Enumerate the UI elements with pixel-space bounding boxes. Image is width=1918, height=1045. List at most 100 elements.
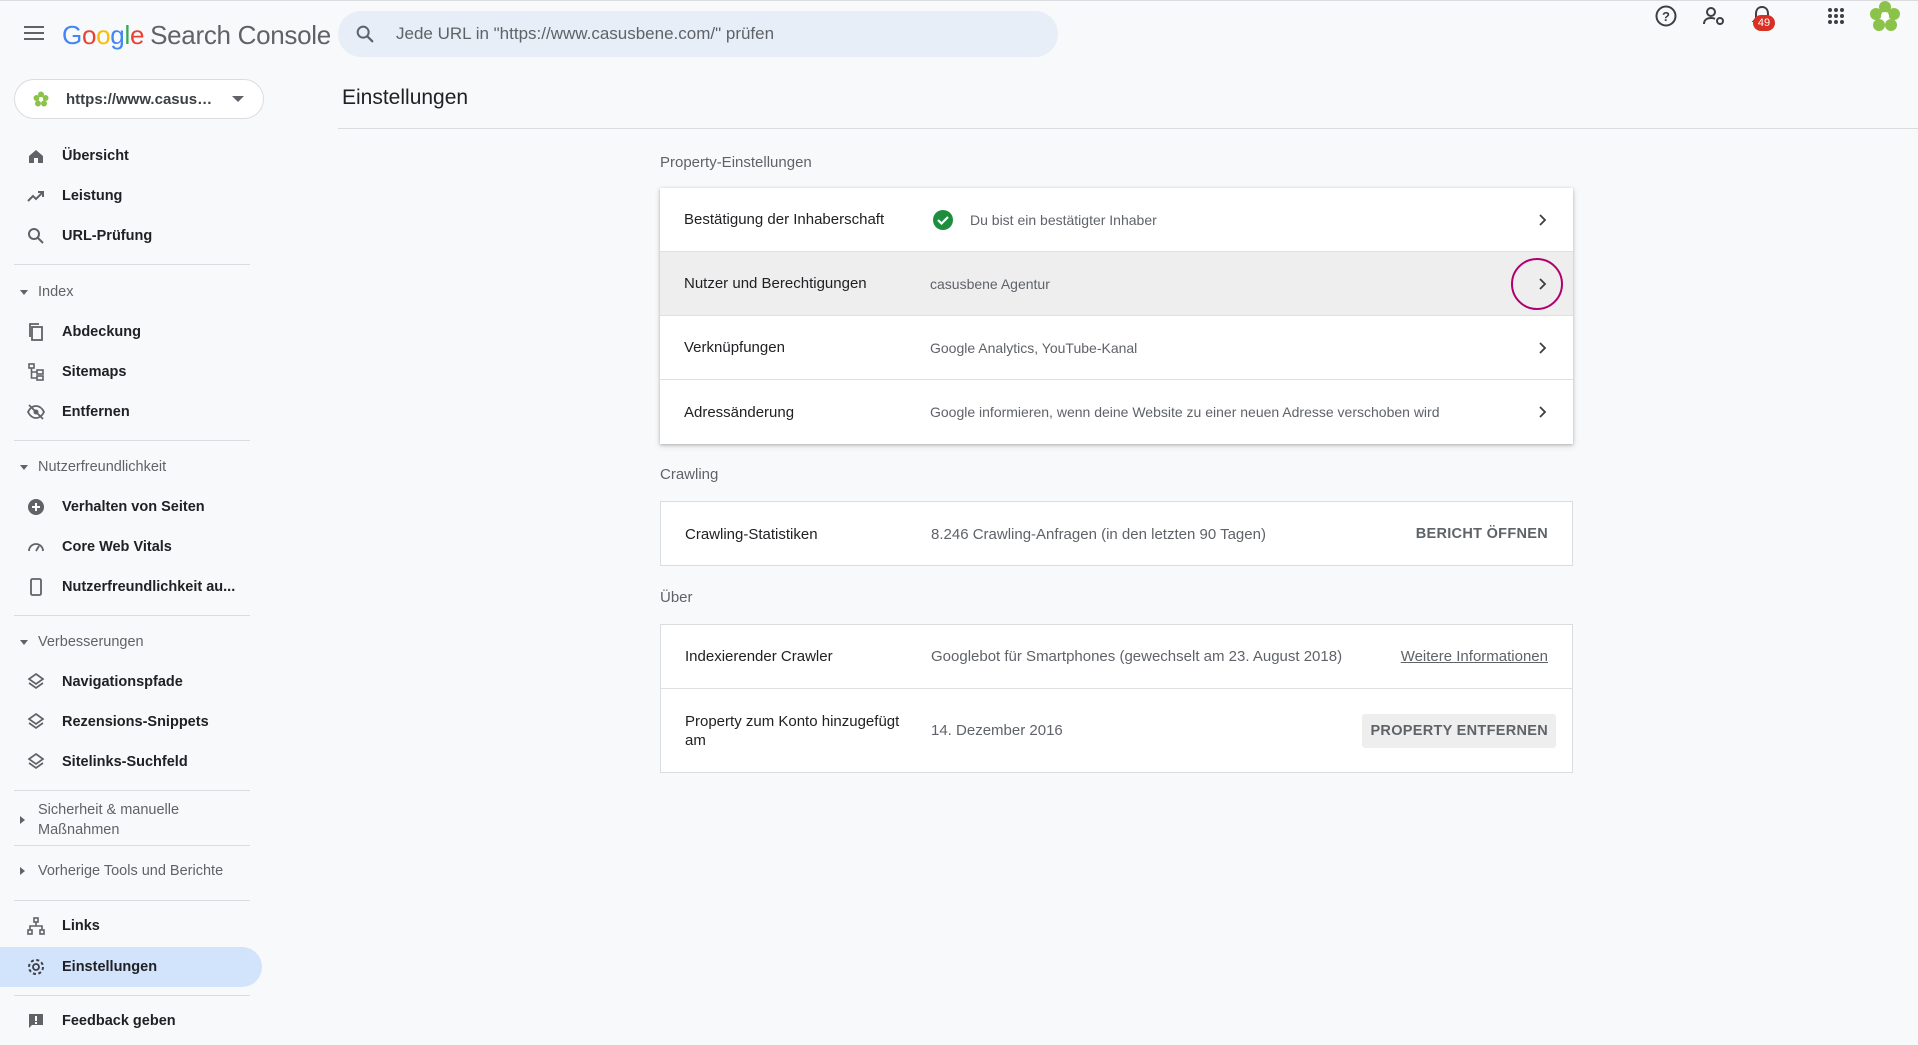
remove-property-button[interactable]: PROPERTY ENTFERNEN xyxy=(1362,713,1556,748)
row-ownership-verification[interactable]: Bestätigung der Inhaberschaft Du bist ei… xyxy=(660,188,1573,252)
feedback-icon xyxy=(29,1014,43,1028)
row-value: Google informieren, wenn deine Website z… xyxy=(930,404,1440,420)
menu-line xyxy=(24,32,44,34)
nav-item-label: Übersicht xyxy=(62,148,129,164)
property-favicon-icon xyxy=(33,91,49,107)
nav-item-links[interactable]: Links xyxy=(0,906,262,946)
nav-group-usability[interactable]: Nutzerfreundlichkeit xyxy=(0,457,262,477)
speed-icon xyxy=(28,543,44,552)
home-icon xyxy=(29,150,43,163)
row-label: Crawling-Statistiken xyxy=(685,525,818,543)
nav-item-label: Verhalten von Seiten xyxy=(62,499,205,515)
help-icon[interactable]: ? xyxy=(1651,1,1681,31)
row-property-added: Property zum Konto hinzugefügt am 14. De… xyxy=(661,689,1572,772)
svg-text:?: ? xyxy=(1662,9,1670,24)
nav-group-enhancements[interactable]: Verbesserungen xyxy=(0,632,262,652)
account-tree-icon xyxy=(27,917,45,935)
menu-line xyxy=(24,26,44,28)
logo-letter: o xyxy=(96,20,111,50)
nav-item-sitemaps[interactable]: Sitemaps xyxy=(0,352,262,392)
nav-item-label: Navigationspfade xyxy=(62,674,183,690)
learn-more-link[interactable]: Weitere Informationen xyxy=(1401,648,1548,665)
chevron-right-icon xyxy=(1539,341,1547,354)
nav-item-performance[interactable]: Leistung xyxy=(0,176,262,216)
nav-group-label: Nutzerfreundlichkeit xyxy=(38,459,167,475)
nav-divider xyxy=(14,264,250,265)
nav-group-security[interactable]: Sicherheit & manuelle Maßnahmen xyxy=(0,796,262,844)
search-icon xyxy=(28,228,44,244)
menu-line xyxy=(24,38,44,40)
nav-item-label: Leistung xyxy=(62,188,123,204)
nav-item-overview[interactable]: Übersicht xyxy=(0,136,262,176)
nav-item-label: Links xyxy=(62,918,100,934)
nav-item-settings[interactable]: Einstellungen xyxy=(0,947,262,987)
nav-item-label: Sitemaps xyxy=(62,364,127,380)
nav-group-label: Verbesserungen xyxy=(38,634,144,650)
open-report-button[interactable]: BERICHT ÖFFNEN xyxy=(1416,526,1548,542)
nav-item-coverage[interactable]: Abdeckung xyxy=(0,312,262,352)
nav-item-label: Einstellungen xyxy=(62,959,158,975)
nav-item-page-experience[interactable]: Verhalten von Seiten xyxy=(0,487,262,527)
chevron-down-icon xyxy=(232,96,244,102)
nav-group-legacy-tools[interactable]: Vorherige Tools und Berichte xyxy=(0,861,262,881)
nav-item-breadcrumbs[interactable]: Navigationspfade xyxy=(0,662,262,702)
property-url: https://www.casusbene.com/ xyxy=(66,90,216,108)
about-card: Indexierender Crawler Googlebot für Smar… xyxy=(660,624,1573,773)
manage-accounts-icon[interactable] xyxy=(1699,1,1729,31)
nav-divider xyxy=(14,615,250,616)
url-inspection-input[interactable] xyxy=(396,24,1016,44)
crawling-card: Crawling-Statistiken 8.246 Crawling-Anfr… xyxy=(660,501,1573,566)
nav-item-removals[interactable]: Entfernen xyxy=(0,392,262,432)
trending-up-icon xyxy=(27,191,44,202)
row-label: Indexierender Crawler xyxy=(685,648,833,665)
row-crawl-stats: Crawling-Statistiken 8.246 Crawling-Anfr… xyxy=(661,502,1572,566)
nav-group-label: Vorherige Tools und Berichte xyxy=(38,863,224,879)
chevron-right-icon xyxy=(1539,406,1547,418)
row-change-of-address[interactable]: Adressänderung Google informieren, wenn … xyxy=(660,380,1573,444)
layers-icon xyxy=(27,752,45,770)
logo-letter: g xyxy=(110,20,125,50)
nav-item-sitelinks-searchbox[interactable]: Sitelinks-Suchfeld xyxy=(0,742,262,782)
row-label: Adressänderung xyxy=(684,403,795,421)
url-inspection-search[interactable] xyxy=(338,11,1058,57)
layers-icon xyxy=(27,712,45,730)
nav-item-label: Core Web Vitals xyxy=(62,539,172,555)
expand-more-icon xyxy=(20,816,25,824)
nav-item-core-web-vitals[interactable]: Core Web Vitals xyxy=(0,527,262,567)
row-indexing-crawler: Indexierender Crawler Googlebot für Smar… xyxy=(661,625,1572,689)
navigation-drawer: https://www.casusbene.com/ Übersicht Lei… xyxy=(0,66,270,1045)
row-label: Property zum Konto hinzugefügt am xyxy=(685,712,900,749)
section-title-property-settings: Property-Einstellungen xyxy=(660,154,812,171)
gear-icon xyxy=(28,959,44,975)
logo-letter: G xyxy=(62,20,82,50)
nav-item-feedback[interactable]: Feedback geben xyxy=(0,1001,262,1041)
property-selector[interactable]: https://www.casusbene.com/ xyxy=(14,79,264,119)
check-circle-icon xyxy=(933,209,953,230)
row-associations[interactable]: Verknüpfungen Google Analytics, YouTube-… xyxy=(660,316,1573,380)
nav-item-label: Entfernen xyxy=(62,404,130,420)
apps-grid-icon[interactable] xyxy=(1821,1,1851,31)
row-users-permissions[interactable]: Nutzer und Berechtigungen casusbene Agen… xyxy=(660,252,1573,316)
logo-letter: o xyxy=(81,20,97,50)
nav-group-label: Index xyxy=(38,284,74,300)
title-divider xyxy=(338,128,1918,129)
nav-item-mobile-usability[interactable]: Nutzerfreundlichkeit au... xyxy=(0,567,262,607)
section-title-crawling: Crawling xyxy=(660,466,719,483)
main-menu-button[interactable] xyxy=(20,22,48,46)
expand-less-icon xyxy=(20,464,28,470)
nav-item-review-snippets[interactable]: Rezensions-Snippets xyxy=(0,702,262,742)
row-value: casusbene Agentur xyxy=(930,275,1050,292)
nav-group-label: Sicherheit & manuelle Maßnahmen xyxy=(38,802,180,838)
nav-item-label: URL-Prüfung xyxy=(62,228,153,244)
sitemap-icon xyxy=(28,363,44,381)
nav-divider xyxy=(14,440,250,441)
expand-less-icon xyxy=(20,639,28,645)
account-avatar-icon[interactable] xyxy=(1867,0,1903,34)
search-console-logo[interactable]: Google Search Console xyxy=(62,20,331,51)
file-copy-icon xyxy=(29,323,43,341)
nav-item-url-inspection[interactable]: URL-Prüfung xyxy=(0,216,262,256)
nav-item-label: Abdeckung xyxy=(62,324,141,340)
property-settings-card: Bestätigung der Inhaberschaft Du bist ei… xyxy=(660,188,1573,444)
chevron-right-icon[interactable] xyxy=(1535,277,1549,291)
nav-group-index[interactable]: Index xyxy=(0,282,262,302)
